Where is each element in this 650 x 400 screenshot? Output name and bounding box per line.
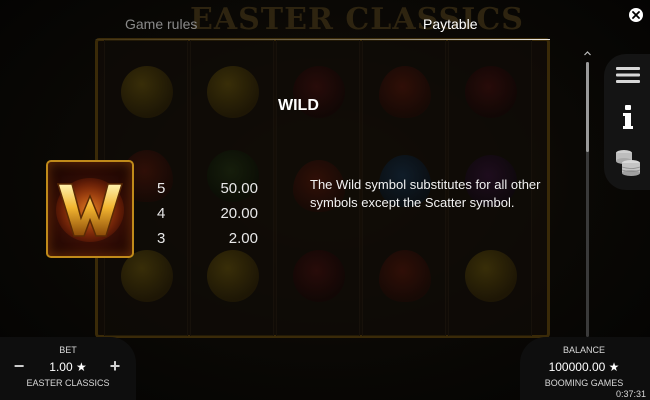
game-name: EASTER CLASSICS [26, 378, 110, 388]
lemon-symbol [207, 66, 259, 118]
scroll-up-icon[interactable] [584, 50, 591, 57]
provider-name: BOOMING GAMES [544, 378, 624, 388]
melon-symbol [465, 66, 517, 118]
bet-increase-button[interactable]: + [108, 356, 122, 377]
menu-icon [616, 67, 640, 83]
section-title: WILD [278, 97, 319, 114]
lemon-symbol [465, 250, 517, 302]
clock: 0:37:31 [615, 389, 646, 399]
info-tabs: Game rules Paytable [95, 0, 550, 40]
balance-value: 100000.00 ★ [548, 360, 620, 374]
wild-w-icon [56, 178, 124, 242]
info-icon [623, 105, 633, 129]
tab-paytable[interactable]: Paytable [423, 16, 477, 32]
pay-value: 2.00 [228, 230, 258, 247]
menu-button[interactable] [615, 62, 641, 88]
tab-game-rules[interactable]: Game rules [125, 16, 197, 32]
balance-label: BALANCE [562, 345, 606, 355]
lemon-symbol [207, 250, 259, 302]
tab-underline [95, 39, 550, 40]
egg-symbol [379, 250, 431, 302]
scrollbar-thumb[interactable] [586, 62, 589, 152]
egg-symbol [379, 66, 431, 118]
bet-value: 1.00 ★ [49, 360, 87, 374]
info-button[interactable] [615, 104, 641, 130]
bet-label: BET [59, 345, 77, 355]
bet-panel: BET − 1.00 ★ + EASTER CLASSICS [0, 337, 136, 400]
close-icon [632, 11, 640, 19]
scrollbar[interactable] [586, 62, 589, 337]
pay-value: 50.00 [220, 180, 258, 197]
close-button[interactable] [629, 8, 643, 22]
pay-count: 5 [157, 180, 166, 197]
pay-count: 4 [157, 205, 166, 222]
melon-symbol [293, 250, 345, 302]
bet-decrease-button[interactable]: − [12, 356, 26, 377]
lemon-symbol [121, 66, 173, 118]
symbol-description: The Wild symbol substitutes for all othe… [310, 177, 541, 210]
coins-icon [616, 150, 641, 176]
wild-symbol-tile [46, 160, 134, 258]
pay-count: 3 [157, 230, 166, 247]
balance-panel: BALANCE 100000.00 ★ BOOMING GAMES 0:37:3… [520, 337, 650, 400]
pay-value: 20.00 [220, 205, 258, 222]
side-menu [604, 54, 650, 190]
coins-button[interactable] [615, 150, 641, 176]
